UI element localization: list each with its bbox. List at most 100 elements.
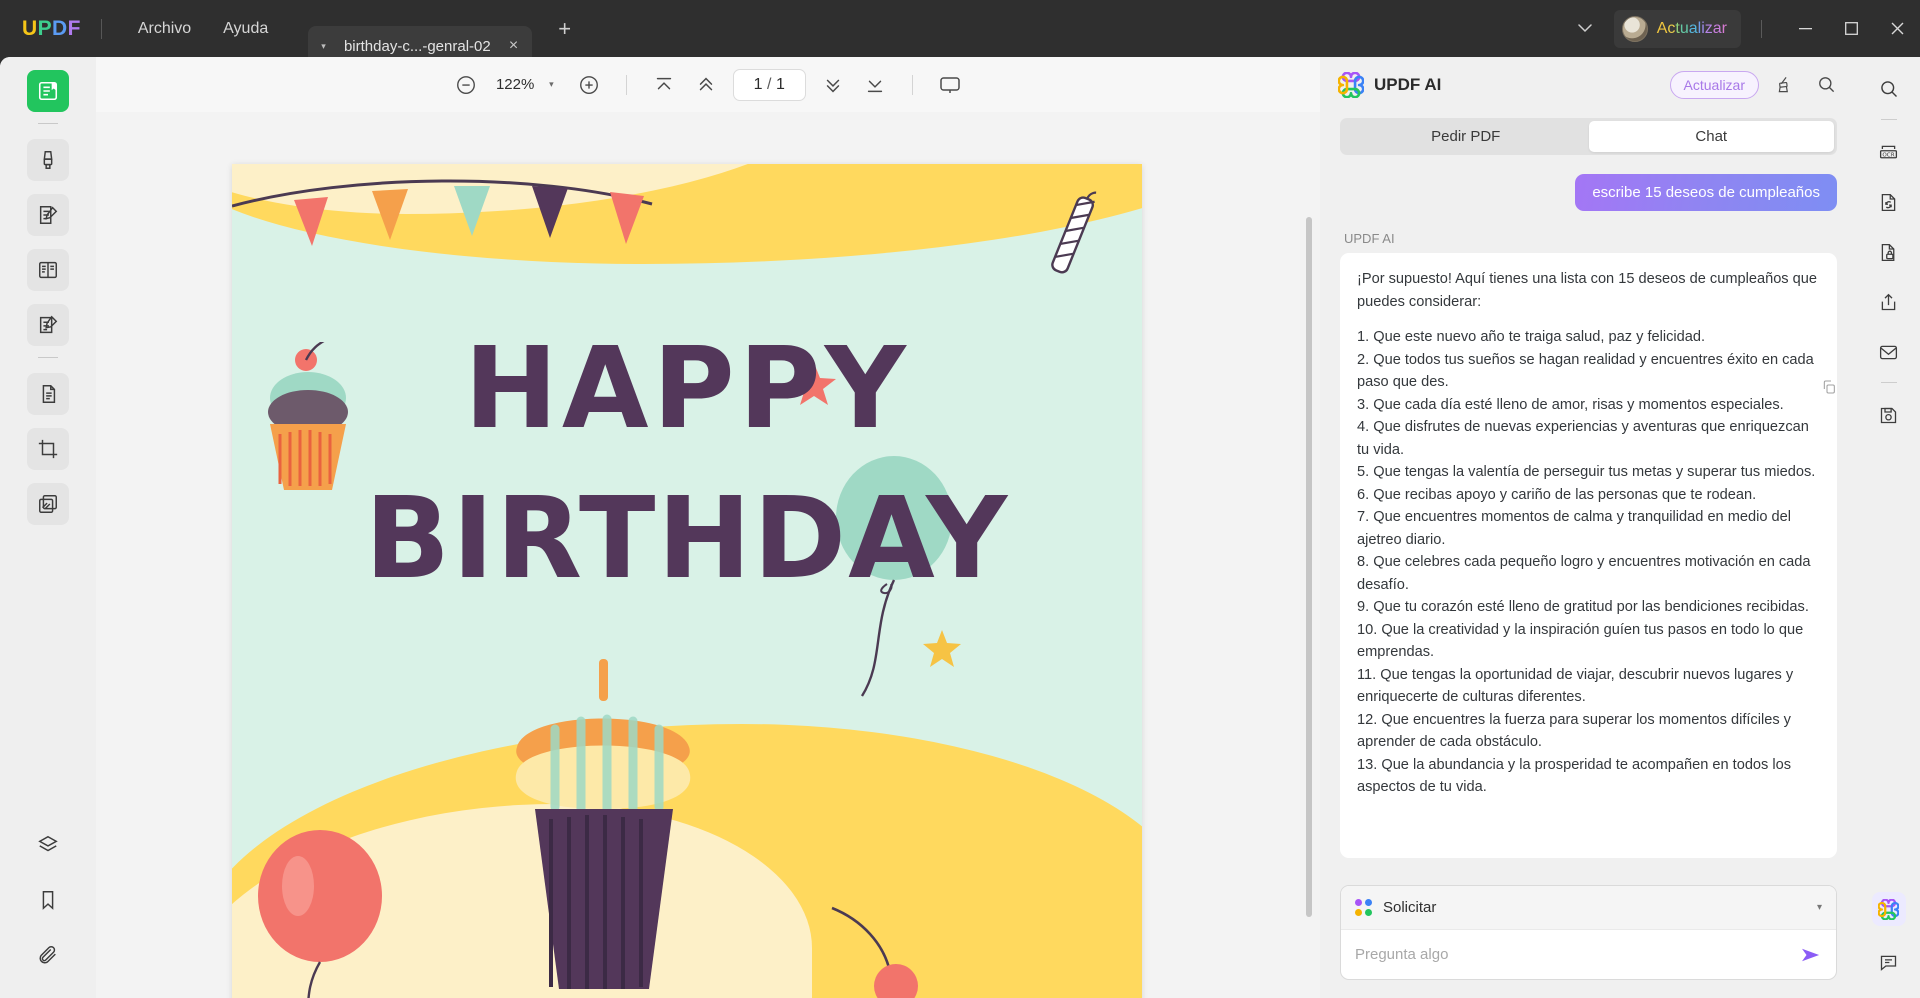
right-toolbar-bottom: [1871, 892, 1907, 998]
sidebar-item-highlighter[interactable]: [27, 139, 69, 181]
sidebar-item-layers[interactable]: [27, 824, 69, 866]
copy-icon[interactable]: [1821, 379, 1837, 395]
mail-icon[interactable]: [1871, 334, 1907, 370]
ai-panel: UPDF AI Actualizar Pedir PDF Chat escrib…: [1320, 57, 1857, 998]
sidebar-item-attachments[interactable]: [27, 934, 69, 976]
card-title-line2: BIRTHDAY: [364, 474, 1010, 604]
first-page-icon[interactable]: [643, 66, 685, 104]
user-message-row: escribe 15 deseos de cumpleaños: [1340, 174, 1837, 211]
card-title-line1: HAPPY: [464, 324, 910, 454]
update-label: Actualizar: [1656, 19, 1727, 37]
comment-icon[interactable]: [1871, 944, 1907, 980]
search-icon[interactable]: [1809, 68, 1843, 102]
update-account-button[interactable]: Actualizar: [1613, 9, 1741, 48]
close-icon[interactable]: ×: [509, 37, 518, 55]
right-toolbar: OCR: [1857, 57, 1920, 998]
four-dots-icon: [1355, 899, 1372, 916]
maximize-button[interactable]: [1828, 0, 1874, 57]
rail-divider: [38, 357, 58, 358]
sidebar-item-convert[interactable]: [27, 373, 69, 415]
list-item: 5. Que tengas la valentía de perseguir t…: [1357, 464, 1816, 480]
new-tab-button[interactable]: +: [558, 16, 571, 42]
list-item: 12. Que encuentres la fuerza para supera…: [1357, 711, 1791, 751]
assistant-name-label: UPDF AI: [1344, 231, 1395, 246]
send-icon[interactable]: [1792, 946, 1822, 964]
list-item: 6. Que recibas apoyo y cariño de las per…: [1357, 486, 1757, 503]
ai-assistant-button[interactable]: [1871, 892, 1906, 926]
save-icon[interactable]: [1871, 397, 1907, 433]
list-item: 8. Que celebres cada pequeño logro y enc…: [1357, 554, 1811, 593]
ai-input-row: [1341, 930, 1836, 979]
ai-tab-group: Pedir PDF Chat: [1340, 118, 1837, 155]
document-scrollbar[interactable]: [1306, 217, 1312, 917]
logo-letter-f: F: [67, 16, 81, 40]
sidebar-item-annotate[interactable]: [27, 304, 69, 346]
chevron-down-icon[interactable]: ▾: [549, 79, 554, 90]
sidebar-item-organize-pages[interactable]: [27, 249, 69, 291]
window-controls-divider: [1761, 19, 1762, 38]
app-body: 122% ▾ 1 / 1 HAPPY BIRTHDAY UPDF AI Actu…: [0, 57, 1920, 998]
document-toolbar: 122% ▾ 1 / 1: [96, 57, 1320, 112]
titlebar-divider: [100, 18, 102, 39]
list-item: 9. Que tu corazón esté lleno de gratitud…: [1357, 599, 1809, 615]
zoom-out-icon[interactable]: [445, 66, 487, 104]
sidebar-item-edit-document[interactable]: [27, 194, 69, 236]
menu-ayuda[interactable]: Ayuda: [207, 15, 284, 43]
sidebar-item-reader[interactable]: [27, 70, 69, 112]
assistant-intro: ¡Por supuesto! Aquí tienes una lista con…: [1357, 271, 1818, 310]
sidebar-item-bookmarks[interactable]: [27, 879, 69, 921]
presentation-icon[interactable]: [929, 66, 971, 104]
assistant-wish-list: 1. Que este nuevo año te traiga salud, p…: [1357, 326, 1820, 799]
zoom-in-icon[interactable]: [568, 66, 610, 104]
share-icon[interactable]: [1871, 284, 1907, 320]
page-total: 1: [775, 75, 785, 93]
list-item: 10. Que la creatividad y la inspiración …: [1357, 621, 1804, 661]
next-page-icon[interactable]: [812, 66, 854, 104]
search-icon[interactable]: [1871, 71, 1907, 107]
titlebar-right-group: Actualizar: [1556, 0, 1920, 57]
ai-mode-selector[interactable]: Solicitar ▾: [1341, 886, 1836, 930]
menu-archivo[interactable]: Archivo: [122, 15, 207, 43]
ai-mode-label: Solicitar: [1383, 899, 1437, 916]
tab-pedir-pdf[interactable]: Pedir PDF: [1343, 121, 1589, 152]
rail-divider: [38, 123, 58, 124]
sidebar-item-stamp[interactable]: [27, 483, 69, 525]
ai-composer: Solicitar ▾: [1340, 885, 1837, 980]
chevron-down-icon[interactable]: ▾: [1817, 902, 1822, 913]
pdf-page-1: HAPPY BIRTHDAY: [232, 164, 1142, 998]
art-cupcake-big: [515, 659, 691, 989]
prev-page-icon[interactable]: [685, 66, 727, 104]
sidebar-item-crop[interactable]: [27, 428, 69, 470]
user-message-bubble: escribe 15 deseos de cumpleaños: [1575, 174, 1837, 211]
page-current: 1: [753, 75, 763, 93]
app-body-inner: 122% ▾ 1 / 1 HAPPY BIRTHDAY UPDF AI Actu…: [0, 57, 1920, 998]
updf-ai-flower-icon: [1338, 71, 1364, 98]
list-item: 3. Que cada día esté lleno de amor, risa…: [1357, 396, 1784, 413]
list-item: 11. Que tengas la oportunidad de viajar,…: [1357, 666, 1794, 706]
document-canvas[interactable]: HAPPY BIRTHDAY: [96, 112, 1320, 998]
tab-chat[interactable]: Chat: [1588, 121, 1834, 152]
close-window-button[interactable]: [1874, 0, 1920, 57]
document-tab-title: birthday-c...-genral-02: [343, 37, 491, 55]
art-candle: [1051, 191, 1097, 274]
svg-text:OCR: OCR: [1882, 152, 1894, 158]
ai-prompt-input[interactable]: [1355, 946, 1792, 963]
list-item: 4. Que disfrutes de nuevas experiencias …: [1357, 419, 1809, 458]
title-bar: U P D F Archivo Ayuda ▾ birthday-c...-ge…: [0, 0, 1920, 66]
last-page-icon[interactable]: [854, 66, 896, 104]
art-bunting: [232, 179, 653, 246]
rail-divider: [1880, 382, 1897, 383]
lock-document-icon[interactable]: [1871, 234, 1907, 270]
art-star-yellow: [923, 630, 961, 667]
ai-update-button[interactable]: Actualizar: [1669, 70, 1759, 99]
convert-file-icon[interactable]: [1871, 184, 1907, 220]
ocr-icon[interactable]: OCR: [1871, 134, 1907, 170]
chevron-down-icon[interactable]: [1556, 24, 1614, 33]
page-indicator[interactable]: 1 / 1: [732, 68, 806, 101]
ai-chat-thread[interactable]: escribe 15 deseos de cumpleaños UPDF AI …: [1320, 155, 1857, 875]
minimize-button[interactable]: [1782, 0, 1828, 57]
list-item: 13. Que la abundancia y la prosperidad t…: [1357, 756, 1792, 796]
zoom-level-value[interactable]: 122%: [487, 76, 543, 93]
broom-icon[interactable]: [1767, 68, 1801, 102]
updf-window: U P D F Archivo Ayuda ▾ birthday-c...-ge…: [0, 0, 1920, 998]
